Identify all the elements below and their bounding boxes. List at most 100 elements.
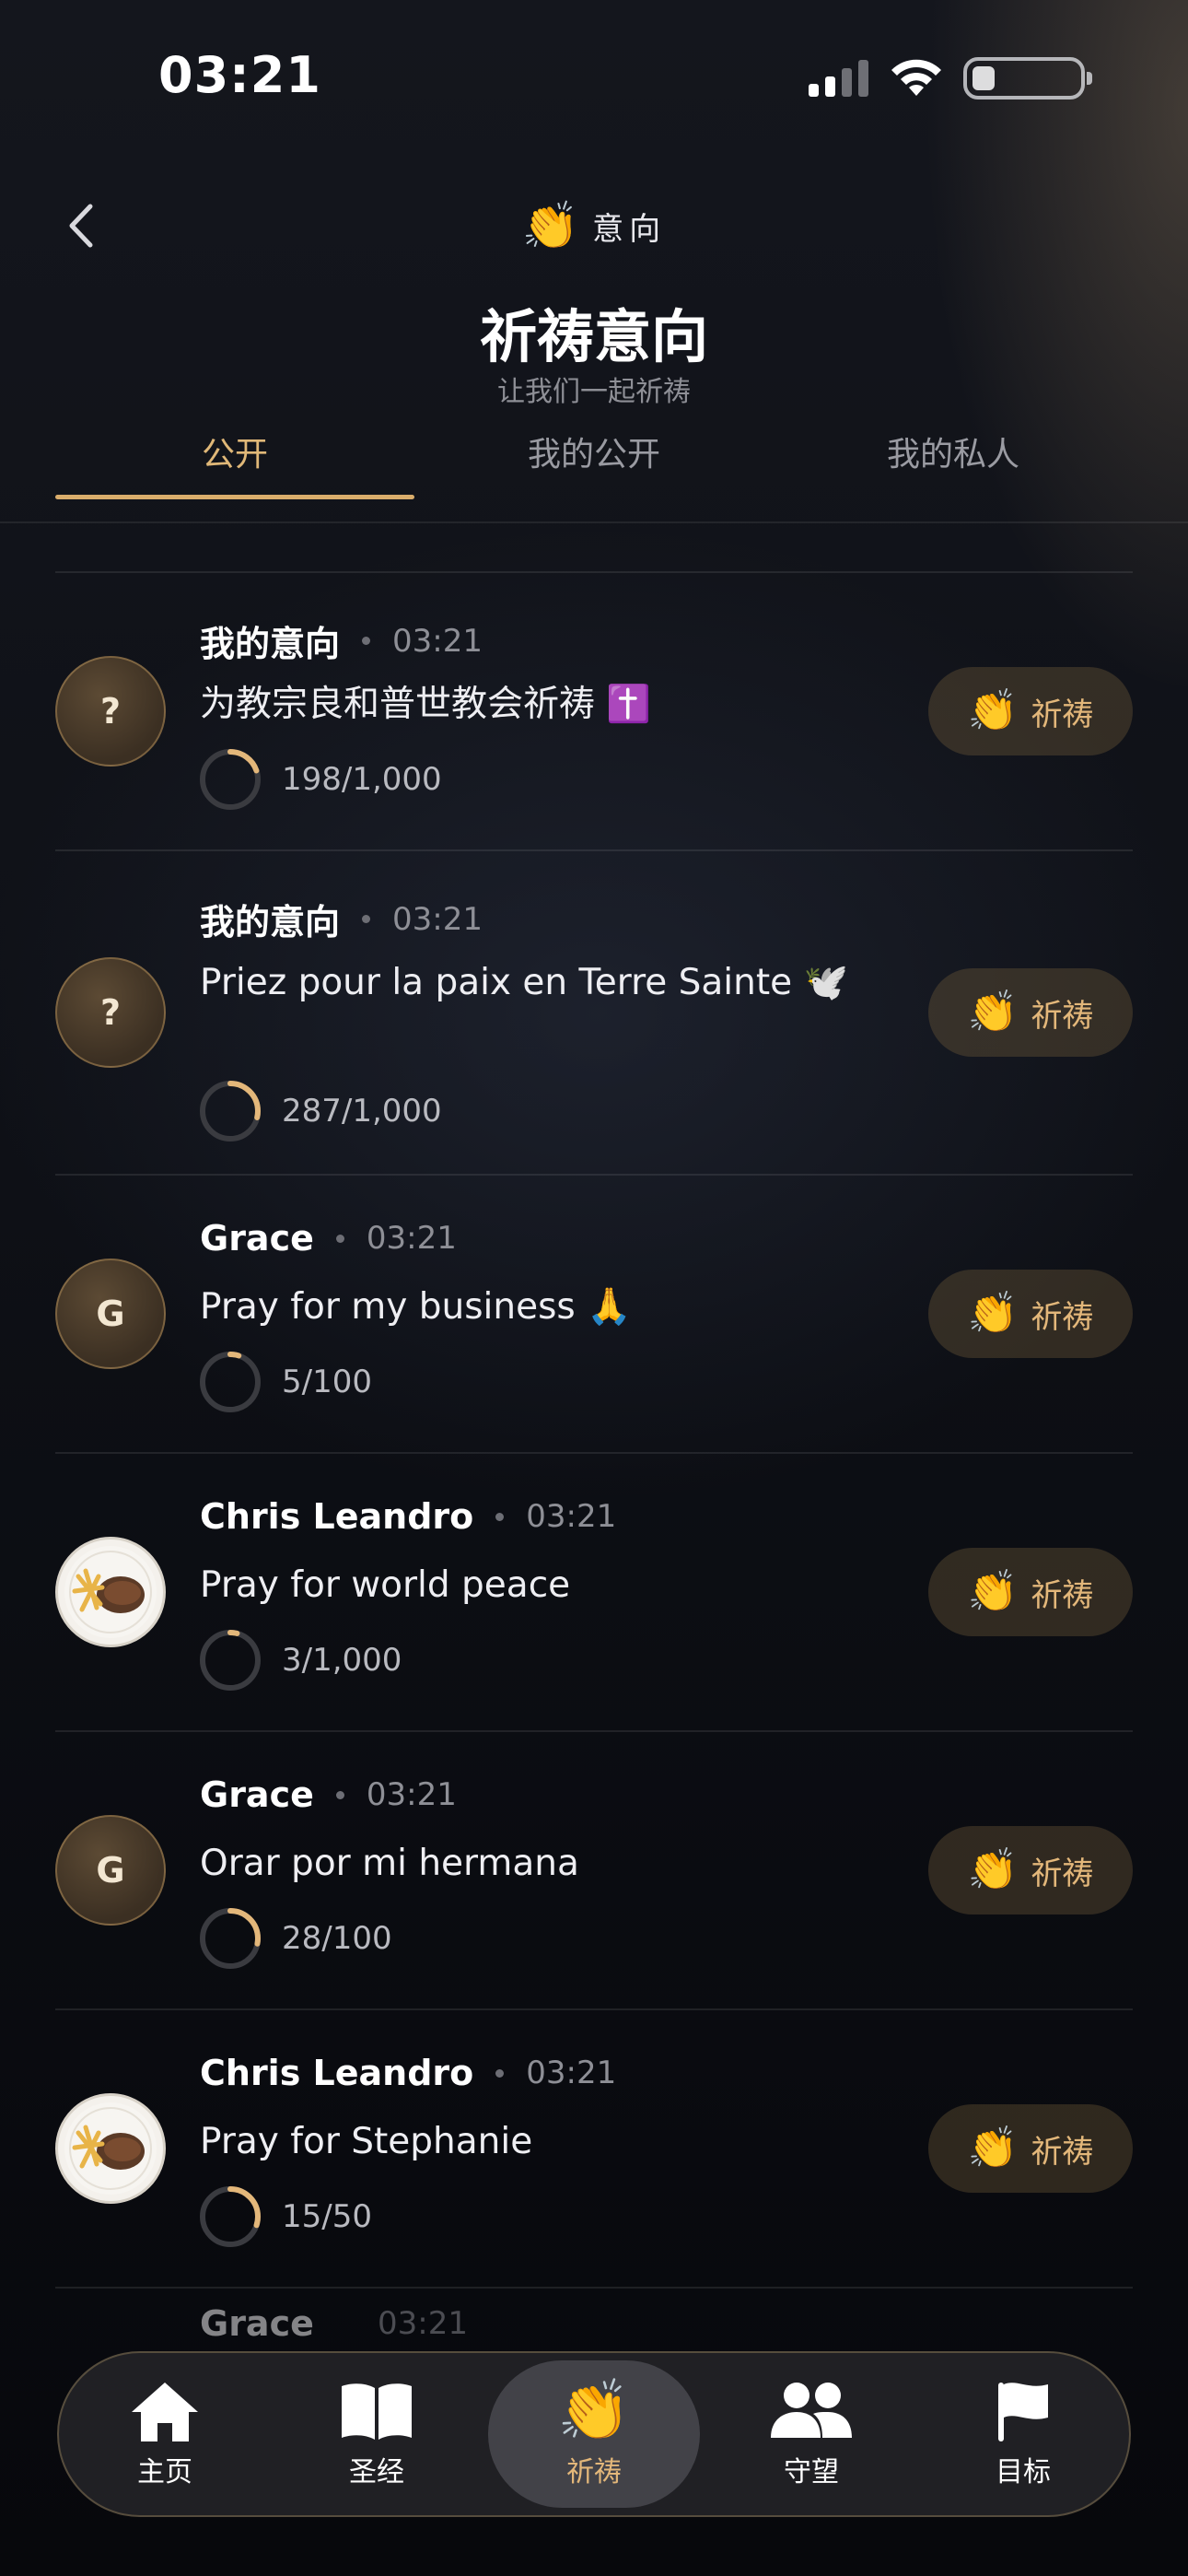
- pray-button-label: 祈祷: [1031, 1855, 1094, 1892]
- pray-button-label: 祈祷: [1031, 1576, 1094, 1614]
- list-item[interactable]: ? 我的意向 03:21 为教宗良和普世教会祈祷 ✝️ 198/1,000 👏 …: [55, 571, 1133, 849]
- progress-ring: [200, 2186, 261, 2247]
- nav-watch-label: 守望: [784, 2456, 839, 2488]
- tab-bar: 公开 我的公开 我的私人: [55, 429, 1133, 499]
- pray-hands-icon: 👏: [557, 2377, 631, 2445]
- item-text: Orar por mi hermana: [200, 1843, 579, 1884]
- header-subtitle: 👏 意向: [0, 193, 1188, 258]
- nav-watch[interactable]: 守望: [705, 2360, 917, 2508]
- separator-dot: [495, 2068, 505, 2078]
- item-meta: 我的意向 03:21: [200, 894, 483, 944]
- nav-goals[interactable]: 目标: [917, 2360, 1129, 2508]
- steak-fries-photo: [64, 1546, 157, 1638]
- people-icon: [771, 2383, 852, 2438]
- tab-my-public[interactable]: 我的公开: [414, 429, 774, 499]
- page-caption: 让我们一起祈祷: [497, 376, 691, 408]
- clap-hands-icon: 👏: [967, 989, 1019, 1036]
- progress-ring: [200, 749, 261, 810]
- item-text: Pray for my business 🙏: [200, 1286, 632, 1328]
- tab-my-private[interactable]: 我的私人: [774, 429, 1133, 499]
- item-text: Pray for Stephanie: [200, 2121, 533, 2162]
- item-progress: 287/1,000: [195, 1076, 442, 1146]
- separator-dot: [335, 1790, 344, 1799]
- pray-button[interactable]: 👏 祈祷: [928, 1548, 1133, 1636]
- separator-dot: [495, 1512, 505, 1521]
- item-progress: 198/1,000: [195, 744, 442, 814]
- pray-button[interactable]: 👏 祈祷: [928, 667, 1133, 755]
- nav-home[interactable]: 主页: [59, 2360, 271, 2508]
- list-item[interactable]: ? 我的意向 03:21 Priez pour la paix en Terre…: [55, 849, 1133, 1174]
- item-progress: 3/1,000: [195, 1625, 402, 1695]
- item-count: 198/1,000: [282, 761, 442, 798]
- item-count: 28/100: [282, 1920, 392, 1957]
- peek-time: 03:21: [378, 2305, 468, 2342]
- item-count: 15/50: [282, 2198, 372, 2235]
- item-time: 03:21: [392, 622, 483, 660]
- item-text: Priez pour la paix en Terre Sainte 🕊️: [200, 962, 849, 1003]
- status-icons: [809, 55, 1092, 101]
- item-meta: Chris Leandro 03:21: [200, 1496, 616, 1537]
- item-progress: 15/50: [195, 2182, 372, 2252]
- item-time: 03:21: [366, 1220, 457, 1257]
- item-author[interactable]: Chris Leandro: [200, 2053, 473, 2093]
- clap-hands-icon: 👏: [967, 1846, 1019, 1893]
- signal-icon: [809, 60, 868, 97]
- clap-hands-icon: 👏: [967, 1568, 1019, 1615]
- nav-pray[interactable]: 👏 祈祷: [488, 2360, 700, 2508]
- avatar[interactable]: G: [55, 1815, 166, 1926]
- nav-home-label: 主页: [137, 2456, 192, 2488]
- clap-hands-icon: 👏: [967, 687, 1019, 734]
- clap-hands-icon: 👏: [521, 199, 580, 252]
- avatar[interactable]: ?: [55, 957, 166, 1068]
- list-item[interactable]: G Grace 03:21 Orar por mi hermana 28/100…: [55, 1730, 1133, 2008]
- item-time: 03:21: [392, 900, 483, 938]
- item-author[interactable]: Grace: [200, 1218, 314, 1259]
- wifi-icon: [891, 59, 941, 96]
- clap-hands-icon: 👏: [967, 2125, 1019, 2172]
- item-count: 5/100: [282, 1364, 372, 1400]
- avatar[interactable]: [55, 1537, 166, 1647]
- nav-bible-label: 圣经: [349, 2456, 404, 2488]
- bible-icon: [342, 2383, 412, 2440]
- item-author[interactable]: Chris Leandro: [200, 1496, 473, 1537]
- pray-button-label: 祈祷: [1031, 2133, 1094, 2171]
- item-time: 03:21: [366, 1776, 457, 1813]
- pray-button[interactable]: 👏 祈祷: [928, 1270, 1133, 1358]
- item-text: Pray for world peace: [200, 1564, 571, 1606]
- list-item[interactable]: G Grace 03:21 Pray for my business 🙏 5/1…: [55, 1174, 1133, 1452]
- list-item[interactable]: Chris Leandro 03:21 Pray for world peace…: [55, 1452, 1133, 1730]
- avatar[interactable]: [55, 2093, 166, 2204]
- nav-pray-label: 祈祷: [566, 2456, 622, 2488]
- item-author[interactable]: 我的意向: [200, 615, 340, 666]
- battery-icon: [963, 57, 1092, 100]
- item-count: 3/1,000: [282, 1642, 402, 1679]
- separator-dot: [362, 637, 371, 645]
- nav-goals-label: 目标: [996, 2456, 1051, 2488]
- pray-button[interactable]: 👏 祈祷: [928, 2104, 1133, 2193]
- intention-list: ? 我的意向 03:21 为教宗良和普世教会祈祷 ✝️ 198/1,000 👏 …: [55, 571, 1133, 2290]
- separator-dot: [335, 1234, 344, 1243]
- item-time: 03:21: [526, 2055, 617, 2091]
- avatar[interactable]: G: [55, 1259, 166, 1369]
- progress-ring: [200, 1081, 261, 1142]
- progress-ring: [200, 1352, 261, 1412]
- steak-fries-photo: [64, 2102, 157, 2195]
- item-meta: Grace 03:21: [200, 1774, 457, 1815]
- item-author[interactable]: Grace: [200, 1774, 314, 1815]
- pray-button[interactable]: 👏 祈祷: [928, 968, 1133, 1057]
- status-time: 03:21: [158, 46, 321, 104]
- avatar[interactable]: ?: [55, 656, 166, 767]
- clap-hands-icon: 👏: [967, 1290, 1019, 1337]
- separator-dot: [362, 915, 371, 923]
- pray-button-label: 祈祷: [1031, 1298, 1094, 1336]
- pray-button-label: 祈祷: [1031, 997, 1094, 1035]
- bottom-nav: 主页 圣经 👏 祈祷 守望 目标: [57, 2351, 1131, 2517]
- item-author[interactable]: 我的意向: [200, 894, 340, 944]
- tab-public[interactable]: 公开: [55, 429, 414, 499]
- flag-icon: [998, 2383, 1048, 2441]
- pray-button[interactable]: 👏 祈祷: [928, 1826, 1133, 1914]
- nav-bible[interactable]: 圣经: [271, 2360, 483, 2508]
- peek-name: Grace: [200, 2303, 314, 2344]
- page-title: 祈祷意向: [479, 303, 708, 370]
- list-item[interactable]: Chris Leandro 03:21 Pray for Stephanie 1…: [55, 2008, 1133, 2287]
